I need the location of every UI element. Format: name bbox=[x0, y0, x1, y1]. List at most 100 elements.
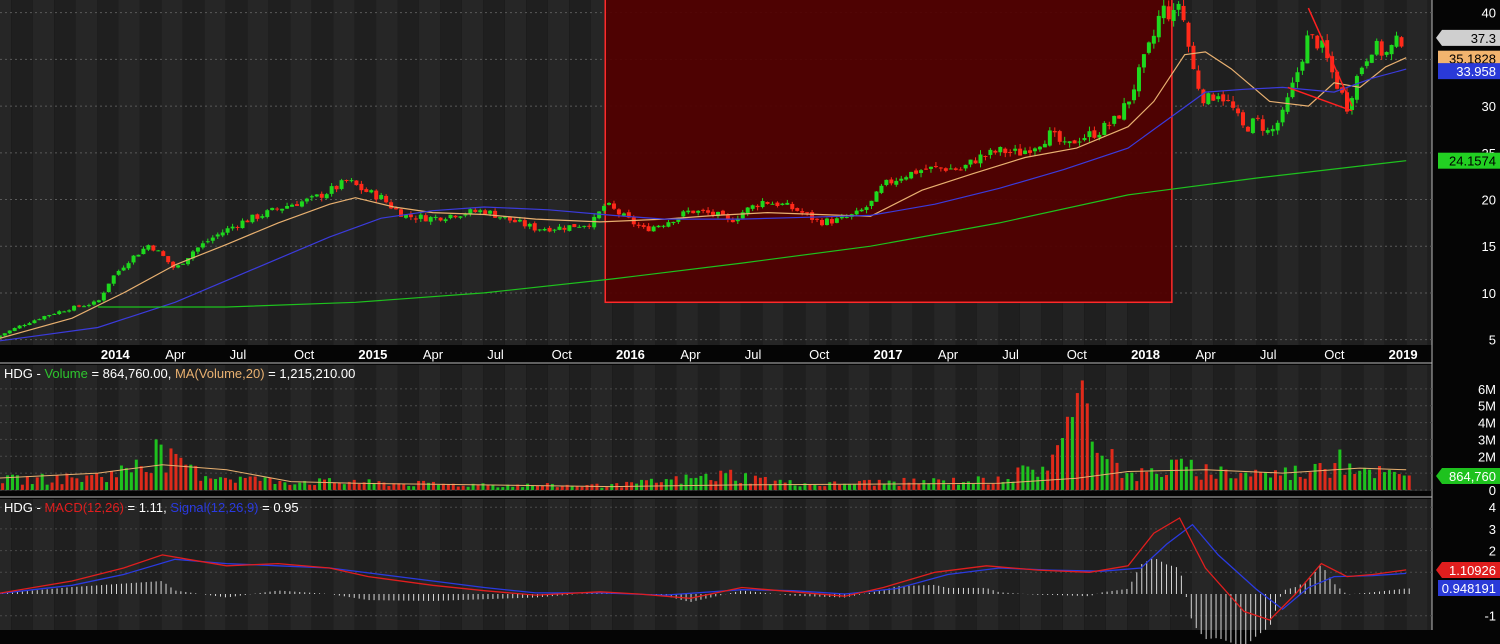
candle-body bbox=[37, 319, 42, 321]
volume-title: HDG - Volume = 864,760.00, MA(Volume,20)… bbox=[4, 366, 355, 381]
volume-bar bbox=[313, 484, 317, 490]
volume-bar bbox=[1382, 472, 1386, 490]
volume-bar bbox=[808, 484, 812, 490]
volume-bar bbox=[947, 484, 951, 490]
volume-bar bbox=[1397, 474, 1401, 490]
candle-body bbox=[260, 216, 265, 218]
month-band bbox=[0, 0, 12, 630]
volume-bar bbox=[1120, 477, 1124, 490]
candle-body bbox=[309, 196, 314, 198]
candle-body bbox=[478, 210, 483, 213]
volume-bar bbox=[476, 484, 480, 490]
candle-body bbox=[176, 265, 181, 268]
volume-bar bbox=[1303, 478, 1307, 490]
volume-bar bbox=[729, 469, 733, 490]
volume-bar bbox=[129, 472, 133, 490]
candle-body bbox=[290, 204, 295, 207]
candle-body bbox=[418, 214, 423, 219]
volume-bar bbox=[719, 470, 723, 490]
macd-tick-label: 4 bbox=[1489, 500, 1496, 515]
month-band bbox=[311, 0, 334, 630]
candle-body bbox=[1087, 131, 1092, 138]
volume-bar bbox=[1323, 468, 1327, 490]
candle-body bbox=[1211, 94, 1216, 101]
candle-body bbox=[299, 201, 304, 207]
candle-body bbox=[651, 226, 656, 232]
candle-body bbox=[458, 216, 463, 218]
candle-body bbox=[582, 225, 587, 227]
candle-body bbox=[225, 228, 230, 233]
volume-bar bbox=[1264, 471, 1268, 490]
candle-body bbox=[785, 202, 790, 205]
candle-body bbox=[339, 180, 344, 189]
volume-bar bbox=[1318, 463, 1322, 490]
candle-body bbox=[121, 267, 126, 271]
volume-bar bbox=[793, 485, 797, 490]
candle-body bbox=[998, 147, 1003, 153]
volume-bar bbox=[80, 481, 84, 490]
volume-bar bbox=[1348, 463, 1352, 490]
volume-bar bbox=[555, 487, 559, 490]
candle-body bbox=[438, 217, 443, 221]
volume-bar bbox=[511, 486, 515, 490]
month-band bbox=[483, 0, 505, 630]
candle-body bbox=[67, 310, 72, 312]
volume-bar bbox=[412, 486, 416, 490]
volume-bar bbox=[1392, 471, 1396, 490]
x-tick-label: 2014 bbox=[101, 347, 131, 362]
volume-bar bbox=[818, 485, 822, 490]
candle-body bbox=[235, 226, 240, 228]
candle-body bbox=[661, 225, 666, 227]
volume-bar bbox=[535, 485, 539, 490]
candle-body bbox=[1136, 67, 1141, 92]
volume-bar bbox=[620, 487, 624, 490]
volume-bar bbox=[30, 484, 34, 490]
volume-bar bbox=[942, 480, 946, 490]
volume-bar bbox=[1387, 469, 1391, 490]
volume-bar bbox=[917, 483, 921, 490]
month-band bbox=[354, 0, 377, 630]
candle-body bbox=[656, 225, 661, 228]
candle-body bbox=[894, 180, 899, 185]
candle-body bbox=[795, 208, 800, 211]
candle-body bbox=[1166, 6, 1171, 20]
volume-bar bbox=[268, 477, 272, 490]
month-band bbox=[161, 0, 183, 630]
candle-body bbox=[696, 210, 701, 213]
candle-body bbox=[151, 245, 156, 251]
candle-body bbox=[819, 219, 824, 226]
candle-body bbox=[220, 232, 225, 236]
volume-bar bbox=[1283, 467, 1287, 490]
candle-body bbox=[1226, 99, 1231, 101]
candle-body bbox=[384, 195, 389, 203]
bottom-band bbox=[0, 630, 1500, 644]
volume-bar bbox=[521, 487, 525, 490]
candle-body bbox=[1236, 108, 1241, 114]
volume-bar bbox=[352, 479, 356, 490]
volume-bar bbox=[139, 466, 143, 490]
volume-bar bbox=[1259, 472, 1263, 490]
volume-bar bbox=[927, 483, 931, 490]
candle-body bbox=[1270, 128, 1275, 132]
volume-bar bbox=[209, 478, 213, 490]
volume-bar bbox=[679, 483, 683, 490]
candle-body bbox=[859, 209, 864, 212]
month-band bbox=[290, 0, 312, 630]
month-band bbox=[1320, 0, 1342, 630]
volume-bar bbox=[1358, 470, 1362, 490]
month-band bbox=[1363, 0, 1385, 630]
price-tick-label: 10 bbox=[1482, 286, 1496, 301]
volume-bar bbox=[1011, 481, 1015, 490]
candle-body bbox=[1216, 96, 1221, 100]
candle-body bbox=[230, 226, 235, 229]
volume-bar bbox=[35, 477, 39, 490]
candle-body bbox=[2, 333, 7, 336]
candle-body bbox=[532, 223, 537, 231]
volume-bar bbox=[531, 485, 535, 490]
candle-body bbox=[1300, 61, 1305, 71]
volume-bar bbox=[724, 473, 728, 490]
candle-body bbox=[1201, 89, 1206, 104]
candle-body bbox=[116, 270, 121, 275]
candle-body bbox=[874, 191, 879, 202]
x-tick-label: Jul bbox=[1260, 347, 1277, 362]
